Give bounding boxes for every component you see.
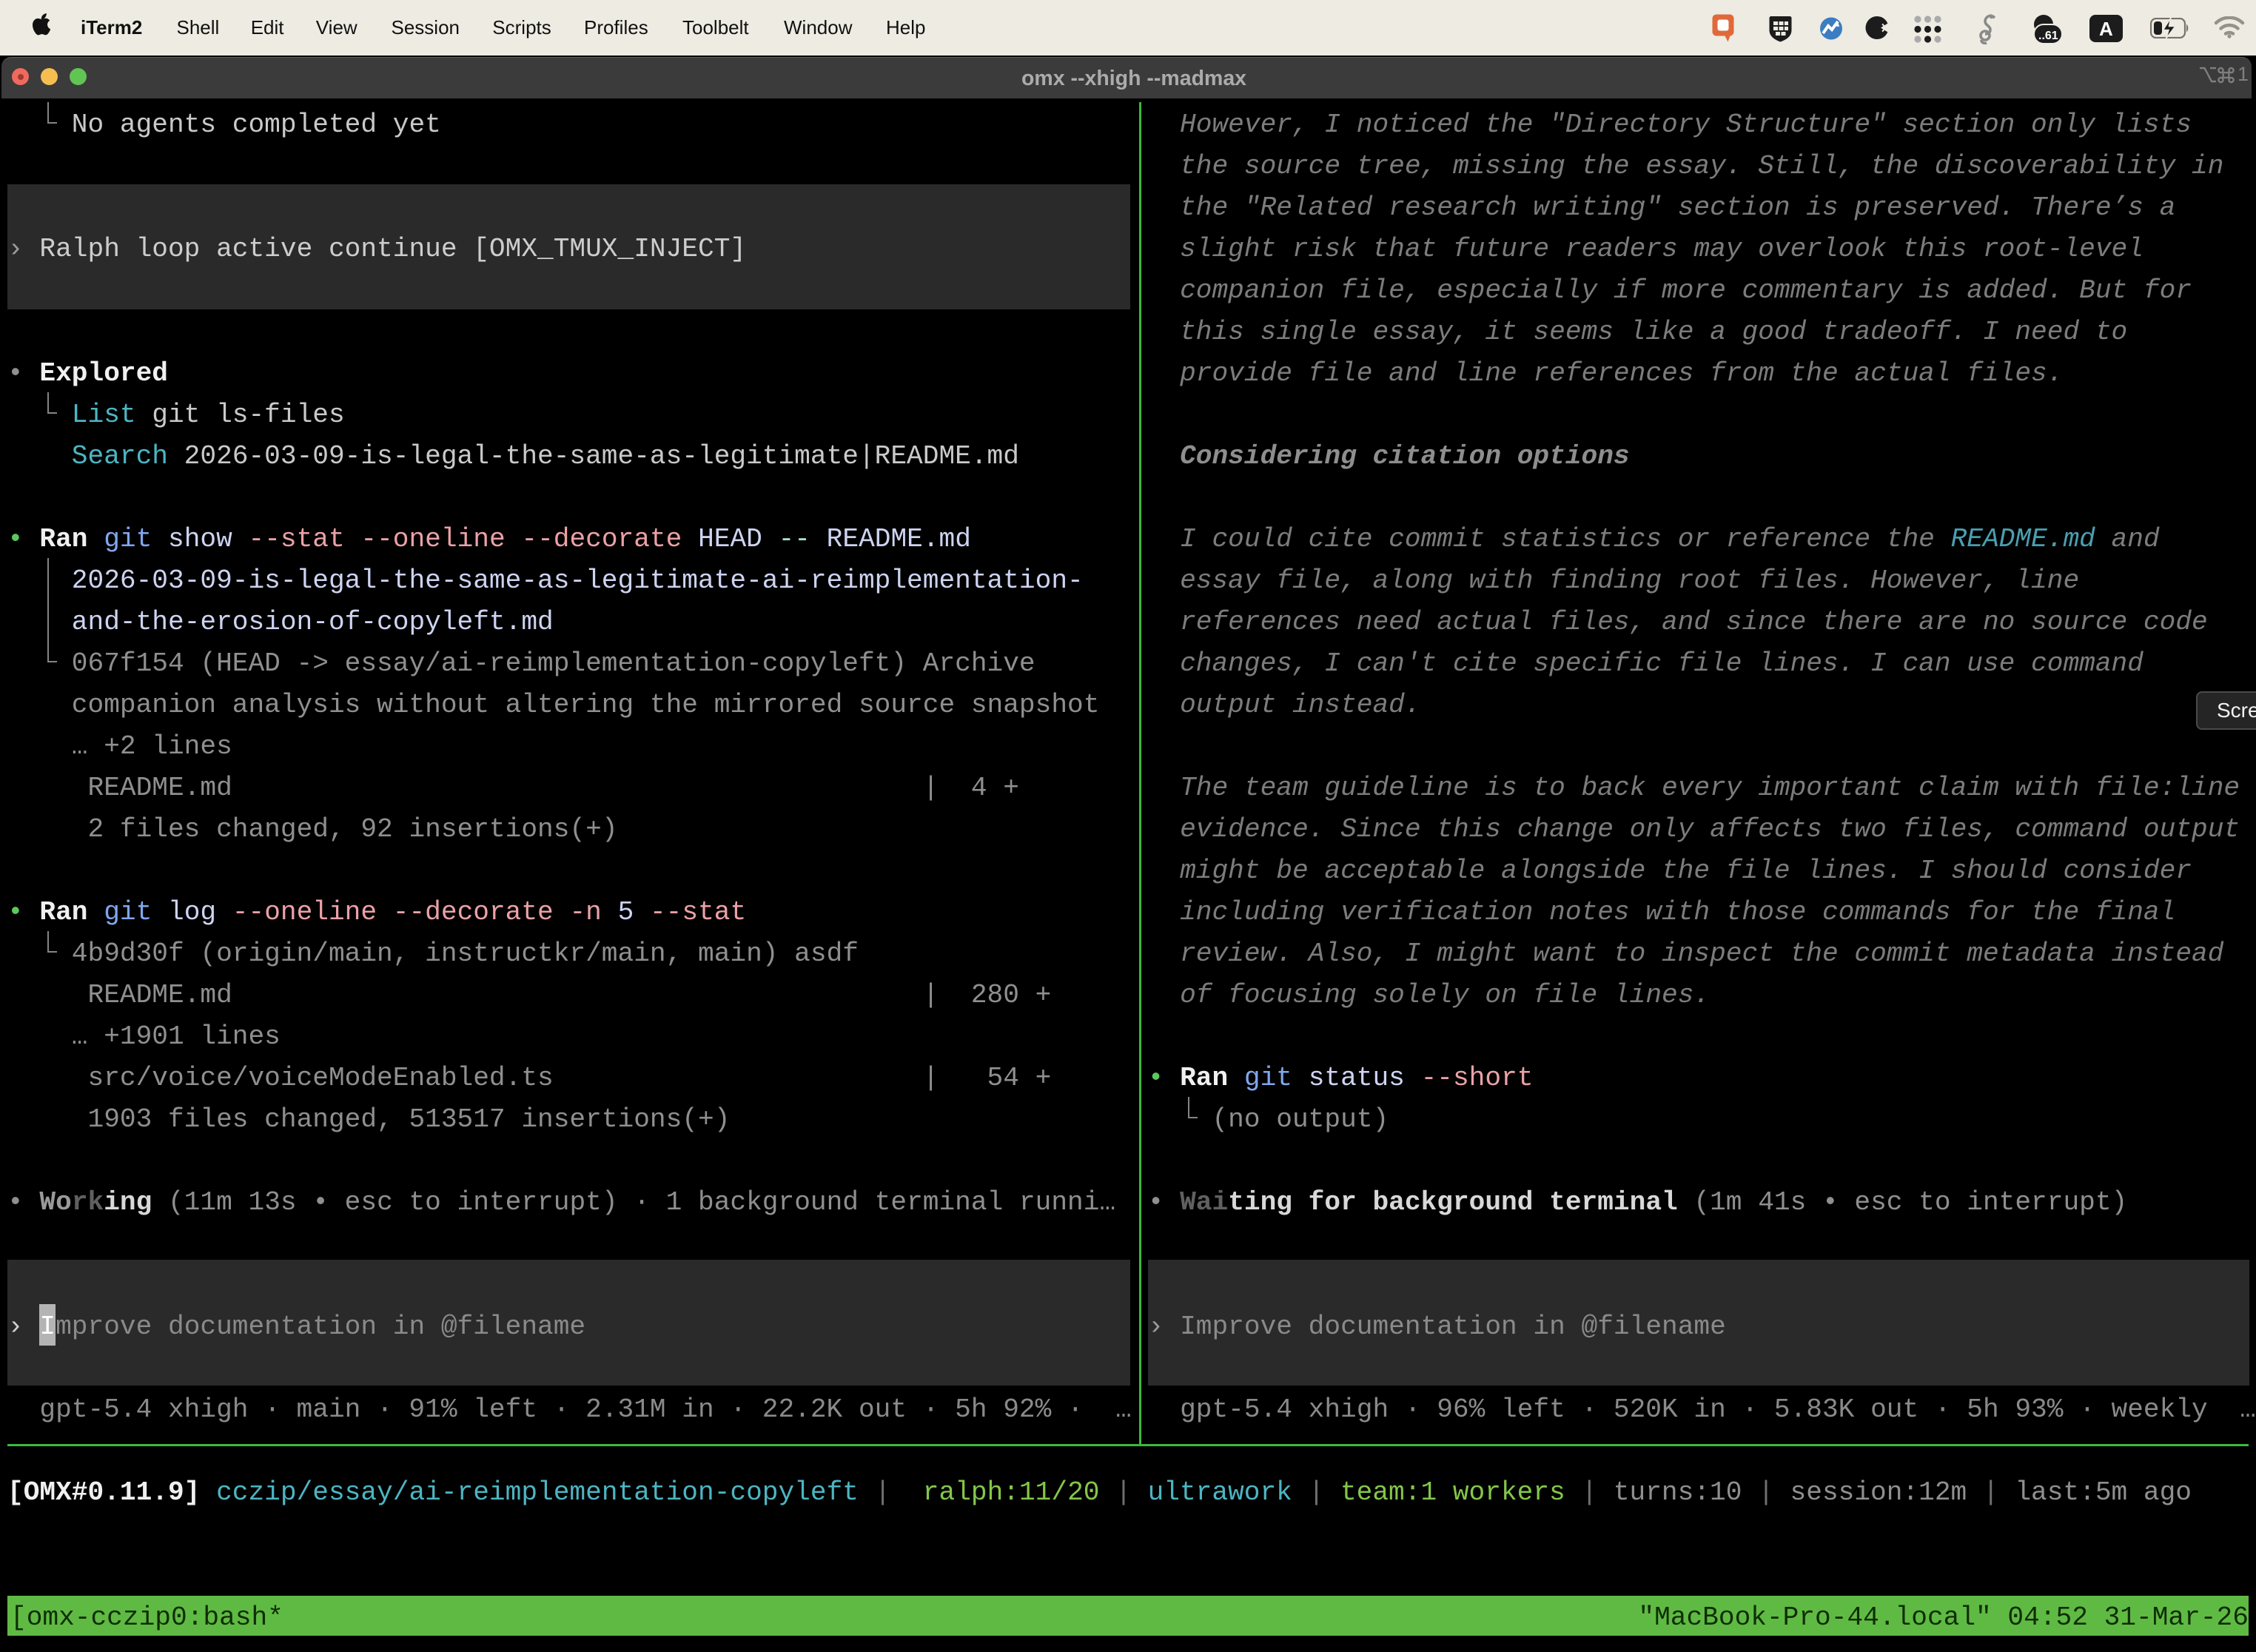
svg-text:1: 1 [2237, 66, 2248, 84]
svg-text:A: A [2099, 18, 2113, 40]
svg-text:..61: ..61 [2038, 30, 2058, 42]
